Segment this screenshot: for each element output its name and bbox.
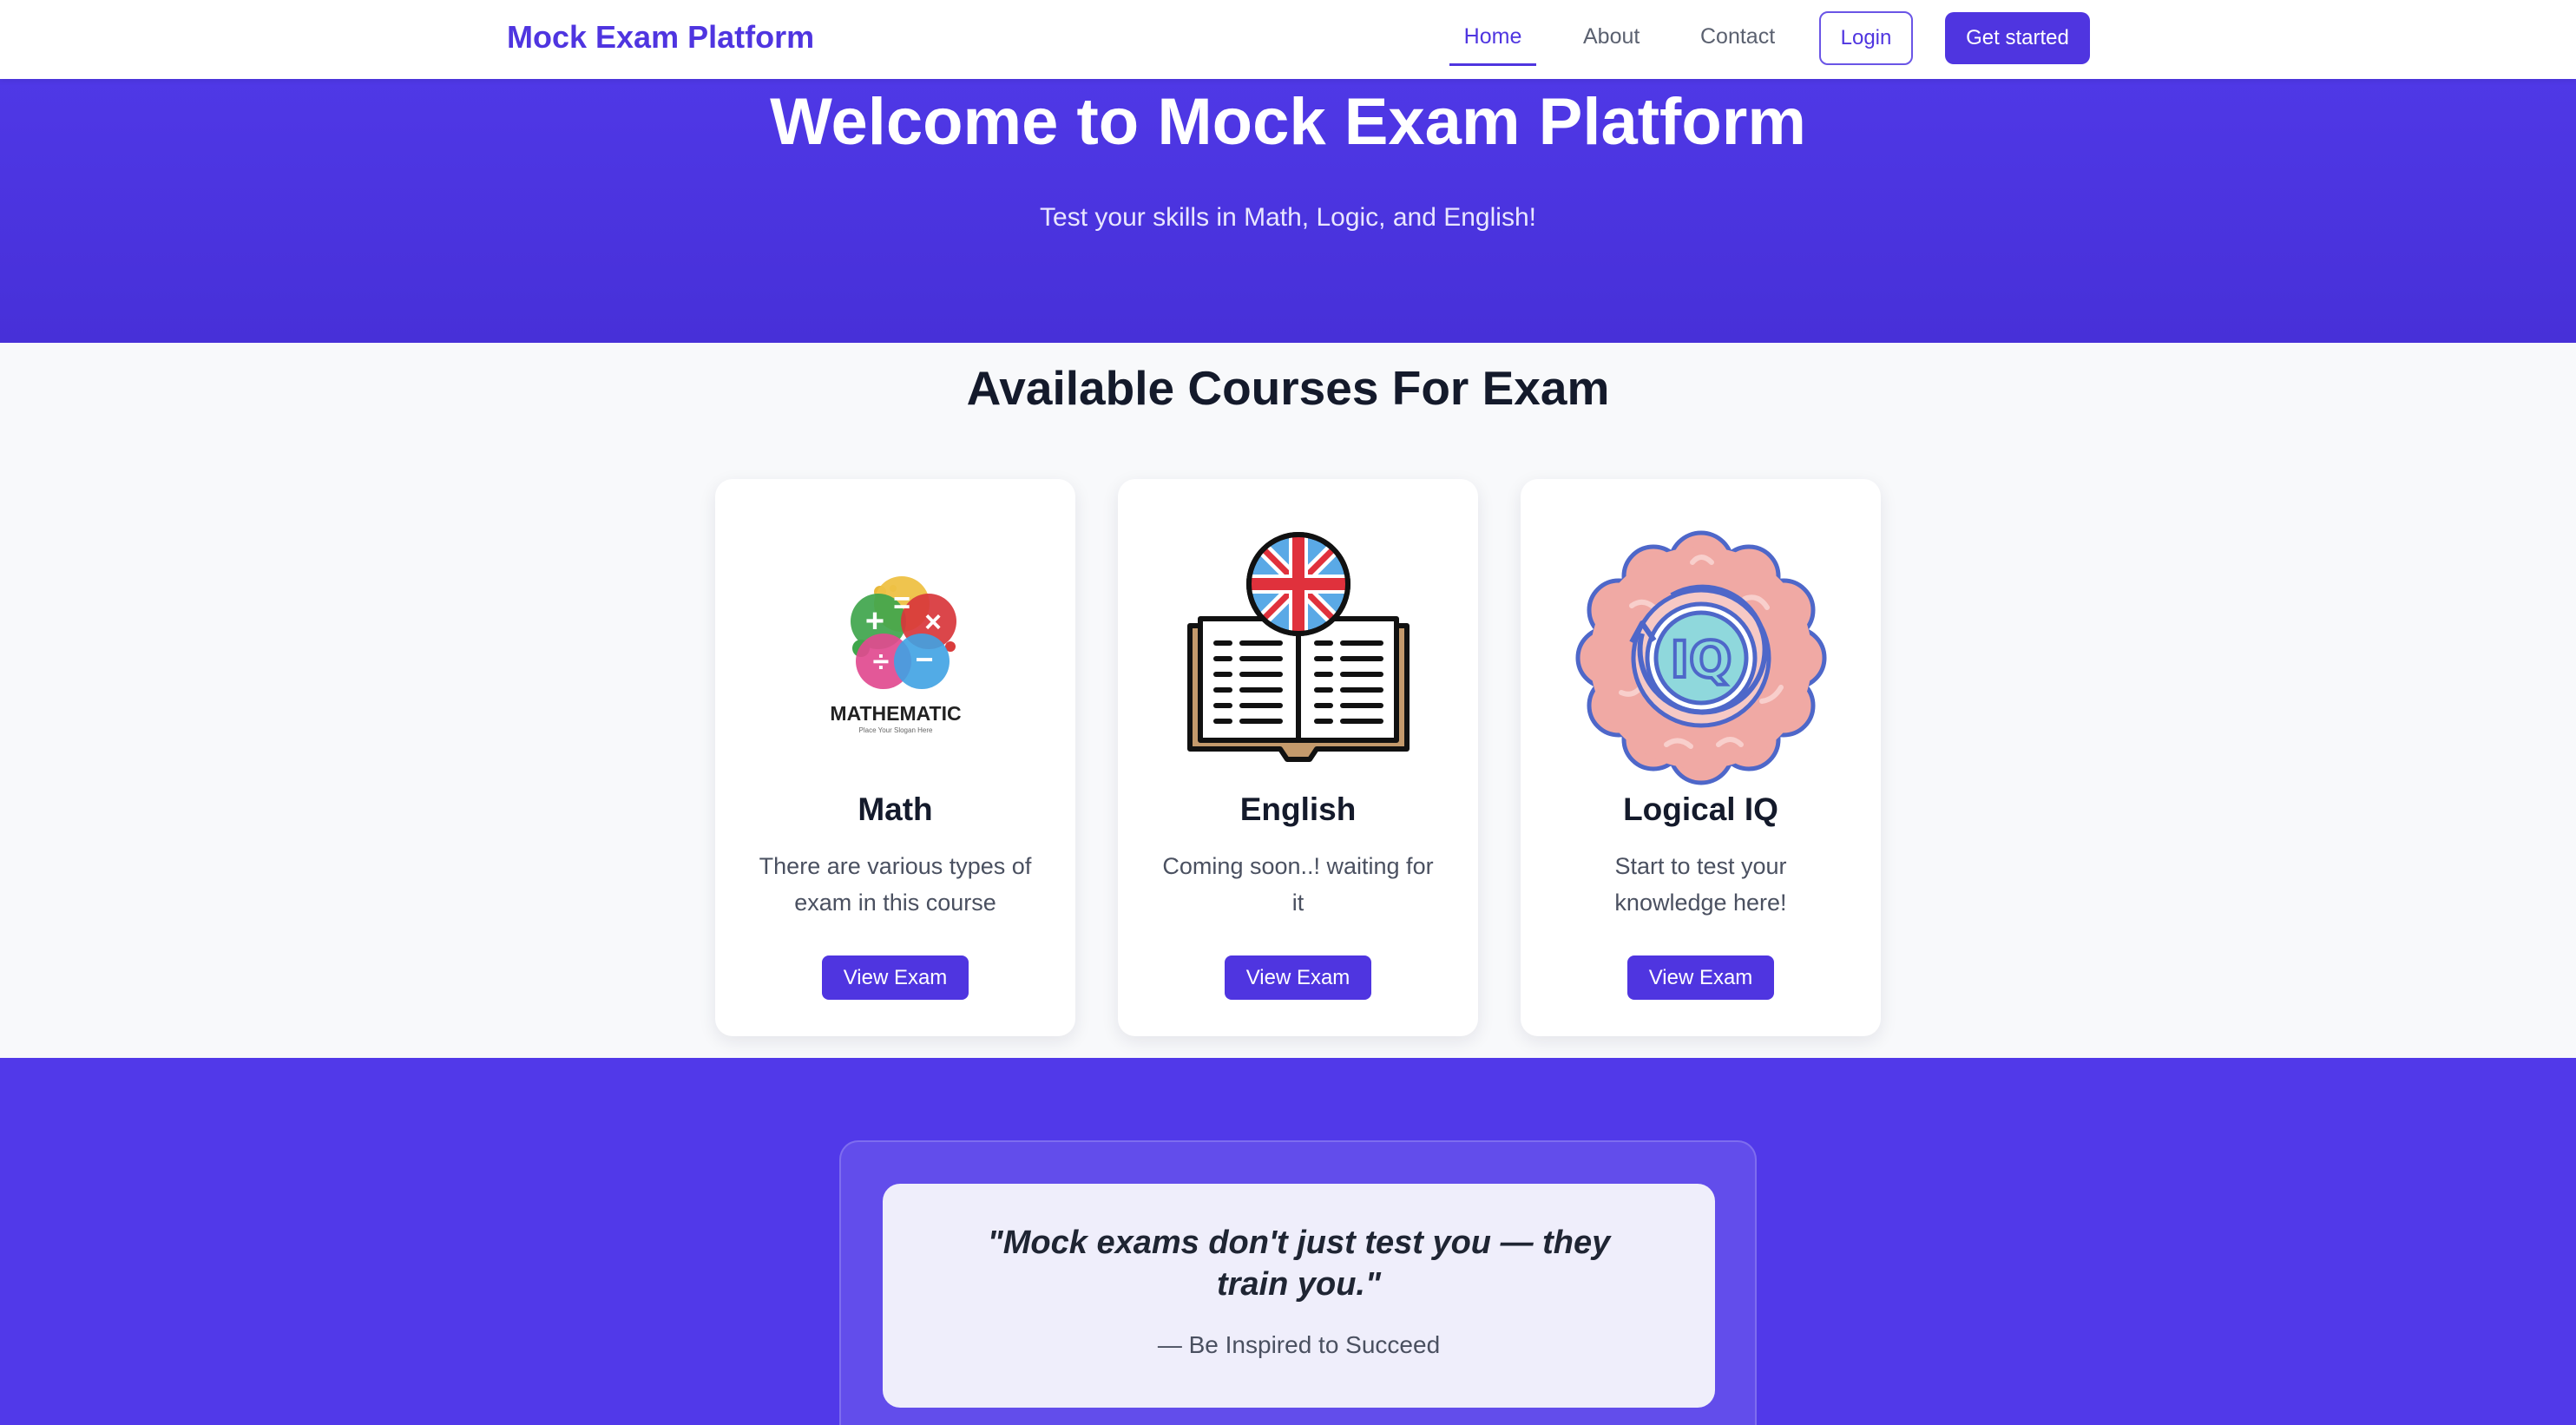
logo-slogan: Place Your Slogan Here xyxy=(858,726,933,734)
quote-author: — Be Inspired to Succeed xyxy=(1157,1331,1441,1358)
course-title: English xyxy=(1239,791,1357,827)
login-button[interactable]: Login xyxy=(1819,11,1913,65)
nav-link-about[interactable]: About xyxy=(1583,24,1640,49)
hero-subtitle: Test your skills in Math, Logic, and Eng… xyxy=(1040,203,1536,232)
book-uk-flag-icon xyxy=(1118,519,1478,797)
course-card-math: = + × ÷ − MATHEMATIC Place Your Slogan H… xyxy=(715,479,1075,1036)
courses-heading: Available Courses For Exam xyxy=(966,361,1610,415)
svg-text:÷: ÷ xyxy=(872,646,889,679)
hero-section: Welcome to Mock Exam Platform Test your … xyxy=(0,79,2576,343)
svg-text:−: − xyxy=(915,641,933,677)
iq-label: IQ xyxy=(1670,630,1732,689)
course-card-english: English Coming soon..! waiting for it Vi… xyxy=(1118,479,1478,1036)
course-title: Logical IQ xyxy=(1623,791,1778,827)
brain-iq-icon: IQ xyxy=(1521,519,1881,797)
course-description: Coming soon..! waiting for it xyxy=(1162,853,1434,916)
top-navbar: Mock Exam Platform Home About Contact Lo… xyxy=(0,0,2576,79)
view-exam-button-math[interactable]: View Exam xyxy=(822,955,969,1000)
svg-text:=: = xyxy=(893,587,910,620)
svg-text:+: + xyxy=(864,603,884,640)
course-card-logical-iq: IQ Logical IQ Start to test your knowled… xyxy=(1521,479,1881,1036)
view-exam-button-english[interactable]: View Exam xyxy=(1225,955,1371,1000)
course-description: There are various types of exam in this … xyxy=(759,853,1032,916)
nav-link-contact[interactable]: Contact xyxy=(1700,24,1775,49)
brand-logo[interactable]: Mock Exam Platform xyxy=(507,19,814,56)
svg-text:×: × xyxy=(924,606,942,639)
hero-title: Welcome to Mock Exam Platform xyxy=(770,85,1806,159)
logo-wordmark: MATHEMATIC xyxy=(830,702,961,725)
quote-section: "Mock exams don't just test you — they t… xyxy=(0,1058,2576,1425)
quote-card: "Mock exams don't just test you — they t… xyxy=(883,1184,1715,1408)
course-title: Math xyxy=(858,791,933,827)
view-exam-button-logical-iq[interactable]: View Exam xyxy=(1627,955,1774,1000)
quote-frame: "Mock exams don't just test you — they t… xyxy=(839,1140,1757,1425)
mathematic-logo: = + × ÷ − MATHEMATIC Place Your Slogan H… xyxy=(715,519,1075,797)
course-description: Start to test your knowledge here! xyxy=(1614,853,1787,916)
quote-text: "Mock exams don't just test you — they t… xyxy=(987,1225,1611,1303)
nav-link-home[interactable]: Home xyxy=(1449,24,1536,66)
get-started-button[interactable]: Get started xyxy=(1945,12,2090,64)
